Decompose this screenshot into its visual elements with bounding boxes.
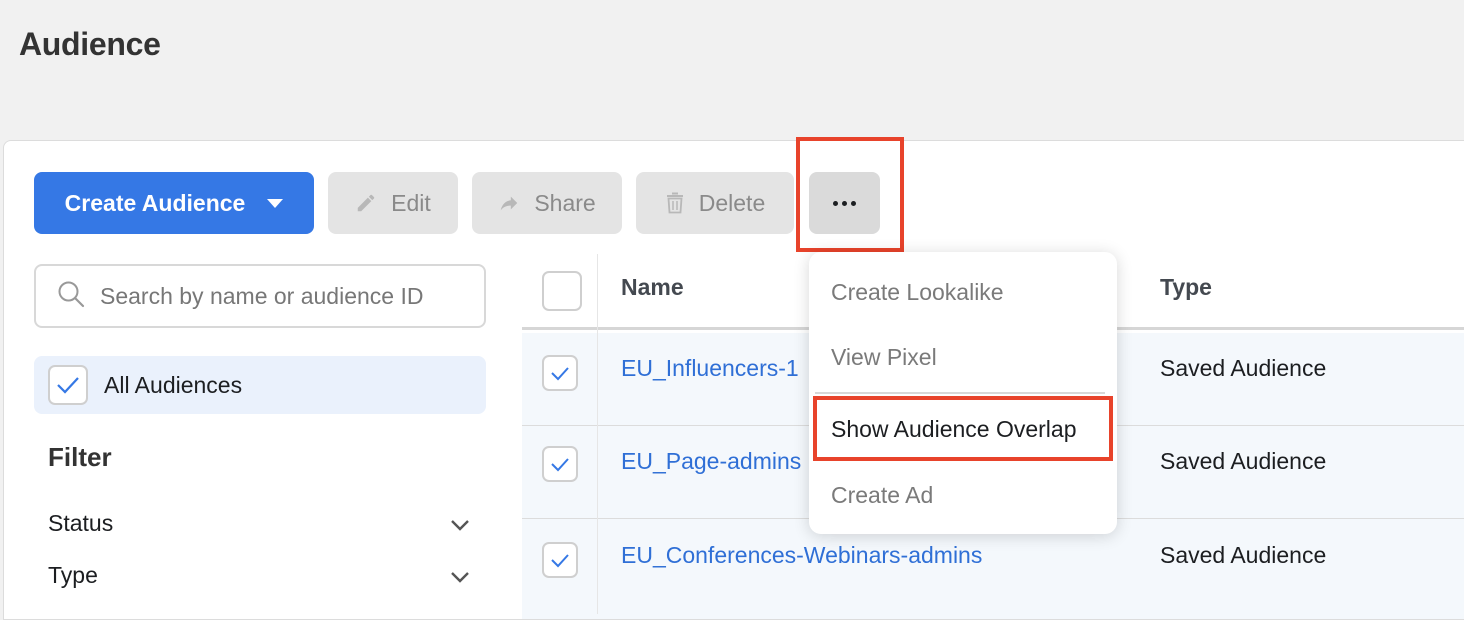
- chevron-down-icon: [450, 510, 470, 537]
- filter-type-label: Type: [48, 562, 98, 589]
- menu-item-create-ad[interactable]: Create Ad: [831, 482, 933, 509]
- search-icon: [56, 279, 86, 314]
- column-header-name[interactable]: Name: [621, 274, 684, 301]
- select-all-checkbox[interactable]: [542, 271, 582, 311]
- audience-type: Saved Audience: [1160, 448, 1326, 475]
- menu-item-view-pixel[interactable]: View Pixel: [831, 344, 937, 371]
- search-field[interactable]: [34, 264, 486, 328]
- audience-name-link[interactable]: EU_Conferences-Webinars-admins: [621, 542, 982, 569]
- create-audience-label: Create Audience: [65, 190, 246, 217]
- filter-status[interactable]: Status: [48, 510, 470, 537]
- edit-button[interactable]: Edit: [328, 172, 458, 234]
- create-audience-button[interactable]: Create Audience: [34, 172, 314, 234]
- row-checkbox[interactable]: [542, 542, 578, 578]
- delete-button[interactable]: Delete: [636, 172, 794, 234]
- checkmark-icon: [550, 365, 570, 381]
- checkmark-icon: [550, 456, 570, 472]
- row-checkbox[interactable]: [542, 446, 578, 482]
- audience-type: Saved Audience: [1160, 355, 1326, 382]
- more-options-menu: Create Lookalike View Pixel Show Audienc…: [809, 252, 1117, 534]
- chevron-down-icon: [450, 562, 470, 589]
- all-audiences-checkbox[interactable]: [48, 365, 88, 405]
- table-row[interactable]: EU_Conferences-Webinars-admins Saved Aud…: [522, 519, 1464, 619]
- annotation-highlight-overlap-item: [813, 396, 1113, 461]
- edit-label: Edit: [391, 190, 431, 217]
- filter-heading: Filter: [48, 442, 112, 473]
- all-audiences-label: All Audiences: [104, 372, 242, 399]
- pencil-icon: [355, 192, 377, 214]
- page-title: Audience: [19, 26, 161, 63]
- row-checkbox[interactable]: [542, 355, 578, 391]
- trash-icon: [665, 192, 685, 214]
- audience-type: Saved Audience: [1160, 542, 1326, 569]
- caret-down-icon: [267, 199, 283, 208]
- share-button[interactable]: Share: [472, 172, 622, 234]
- filter-type[interactable]: Type: [48, 562, 470, 589]
- checkmark-icon: [56, 375, 80, 395]
- share-arrow-icon: [498, 192, 520, 214]
- filter-status-label: Status: [48, 510, 113, 537]
- search-input[interactable]: [100, 283, 460, 310]
- delete-label: Delete: [699, 190, 765, 217]
- column-divider: [597, 254, 598, 614]
- annotation-highlight-more-button: [796, 137, 904, 252]
- audience-name-link[interactable]: EU_Influencers-1: [621, 355, 799, 382]
- column-header-type[interactable]: Type: [1160, 274, 1212, 301]
- checkmark-icon: [550, 552, 570, 568]
- menu-item-create-lookalike[interactable]: Create Lookalike: [831, 279, 1004, 306]
- all-audiences-item[interactable]: All Audiences: [34, 356, 486, 414]
- audience-name-link[interactable]: EU_Page-admins: [621, 448, 801, 475]
- share-label: Share: [534, 190, 595, 217]
- menu-divider: [815, 392, 1105, 394]
